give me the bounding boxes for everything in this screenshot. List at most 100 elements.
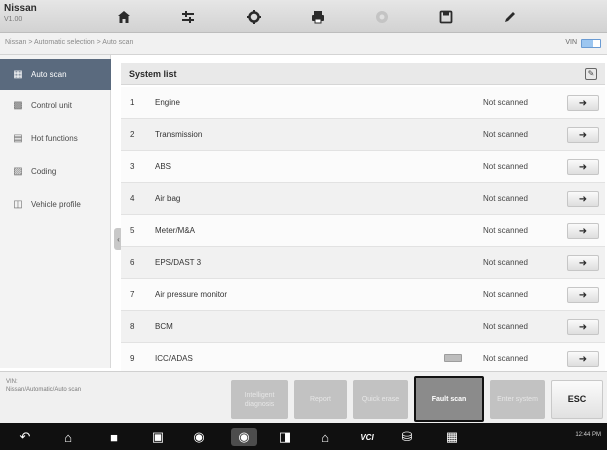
quick-erase-button[interactable]: Quick erase — [353, 380, 408, 419]
sidebar-item-control-unit[interactable]: ▩ Control unit — [0, 90, 111, 121]
row-number: 4 — [130, 194, 135, 203]
system-list-header: System list ✎ — [121, 63, 605, 85]
code-icon: ▨ — [13, 166, 23, 177]
enter-system-button[interactable]: Enter system — [490, 380, 545, 419]
sidebar-item-label: Hot functions — [31, 134, 78, 143]
vehicle-info-vin: VIN: — [6, 379, 18, 385]
system-name: ICC/ADAS — [155, 354, 193, 363]
breadcrumb-bar: Nissan > Automatic selection > Auto scan… — [0, 33, 607, 55]
car-icon[interactable]: ⛁ — [396, 428, 418, 446]
system-name: Air pressure monitor — [155, 290, 228, 299]
system-name: EPS/DAST 3 — [155, 258, 202, 267]
camera-icon[interactable]: ◉ — [231, 428, 257, 446]
system-row[interactable]: 2 Transmission Not scanned ➜ — [121, 119, 605, 151]
wrench-icon: ▤ — [13, 133, 23, 144]
row-number: 3 — [130, 162, 135, 171]
vehicle-info-path: Nissan/Automatic/Auto scan — [6, 387, 82, 393]
print-icon[interactable] — [305, 5, 331, 28]
intelligent-diagnosis-button[interactable]: Intelligent diagnosis — [231, 380, 288, 419]
system-row[interactable]: 1 Engine Not scanned ➜ — [121, 87, 605, 119]
vin-label: VIN — [565, 39, 577, 46]
system-name: ABS — [155, 162, 172, 171]
system-name: Engine — [155, 98, 180, 107]
row-number: 6 — [130, 258, 135, 267]
diagnostics-home-icon[interactable]: ⌂ — [314, 428, 336, 446]
sidebar: ▦ Auto scan ▩ Control unit ▤ Hot functio… — [0, 55, 111, 368]
home-icon[interactable]: ⌂ — [57, 428, 79, 446]
vehicle-swap-icon[interactable] — [175, 5, 201, 28]
pen-icon[interactable] — [497, 5, 523, 28]
gear-icon[interactable] — [241, 5, 267, 28]
scan-status: Not scanned — [483, 98, 528, 107]
sidebar-item-label: Auto scan — [31, 70, 67, 79]
system-row[interactable]: 6 EPS/DAST 3 Not scanned ➜ — [121, 247, 605, 279]
fault-scan-button[interactable]: Fault scan — [414, 376, 484, 422]
arrow-right-icon[interactable]: ➜ — [567, 287, 599, 303]
scan-status: Not scanned — [483, 354, 528, 363]
battery-icon — [581, 39, 601, 48]
function-bar: VIN: Nissan/Automatic/Auto scan Intellig… — [0, 371, 607, 423]
system-row[interactable]: 3 ABS Not scanned ➜ — [121, 151, 605, 183]
software-version: V1.00 — [4, 16, 23, 23]
scan-status: Not scanned — [483, 130, 528, 139]
sidebar-item-label: Coding — [31, 167, 57, 176]
scan-status: Not scanned — [483, 290, 528, 299]
help-icon[interactable] — [369, 5, 395, 28]
system-name: Meter/M&A — [155, 226, 196, 235]
arrow-right-icon[interactable]: ➜ — [567, 191, 599, 207]
arrow-right-icon[interactable]: ➜ — [567, 319, 599, 335]
remote-desktop-icon[interactable]: ▦ — [441, 428, 463, 446]
system-row[interactable]: 7 Air pressure monitor Not scanned ➜ — [121, 279, 605, 311]
system-row[interactable]: 8 BCM Not scanned ➜ — [121, 311, 605, 343]
breadcrumb: Nissan > Automatic selection > Auto scan — [5, 39, 134, 46]
system-tag-icon — [444, 354, 462, 362]
system-list-panel: System list ✎ 1 Engine Not scanned ➜ 2 T… — [121, 63, 605, 375]
chip-icon: ▩ — [13, 100, 23, 111]
vci-icon[interactable]: VCI — [355, 428, 379, 446]
scan-status: Not scanned — [483, 226, 528, 235]
vehicle-info: VIN: Nissan/Automatic/Auto scan — [6, 378, 81, 394]
sidebar-item-auto-scan[interactable]: ▦ Auto scan — [0, 59, 111, 90]
top-toolbar: Nissan V1.00 — [0, 0, 607, 33]
row-number: 8 — [130, 322, 135, 331]
browser-icon[interactable]: ◉ — [188, 428, 210, 446]
save-icon[interactable] — [433, 5, 459, 28]
system-name: Air bag — [155, 194, 181, 203]
row-number: 2 — [130, 130, 135, 139]
arrow-right-icon[interactable]: ➜ — [567, 351, 599, 367]
back-icon[interactable]: ↶ — [14, 428, 36, 446]
row-number: 5 — [130, 226, 135, 235]
display-icon[interactable]: ◨ — [274, 428, 296, 446]
sidebar-item-label: Control unit — [31, 101, 72, 110]
report-button[interactable]: Report — [294, 380, 347, 419]
arrow-right-icon[interactable]: ➜ — [567, 95, 599, 111]
vehicle-make: Nissan — [4, 3, 37, 14]
system-row[interactable]: 5 Meter/M&A Not scanned ➜ — [121, 215, 605, 247]
arrow-right-icon[interactable]: ➜ — [567, 223, 599, 239]
system-list: 1 Engine Not scanned ➜ 2 Transmission No… — [121, 87, 605, 375]
arrow-right-icon[interactable]: ➜ — [567, 159, 599, 175]
sidebar-item-coding[interactable]: ▨ Coding — [0, 156, 111, 187]
edit-icon[interactable]: ✎ — [585, 68, 597, 80]
scan-status: Not scanned — [483, 194, 528, 203]
sidebar-item-vehicle-profile[interactable]: ◫ Vehicle profile — [0, 189, 111, 220]
sidebar-item-hot-functions[interactable]: ▤ Hot functions — [0, 123, 111, 154]
system-row[interactable]: 4 Air bag Not scanned ➜ — [121, 183, 605, 215]
maxifix-icon[interactable]: ▣ — [147, 428, 169, 446]
arrow-right-icon[interactable]: ➜ — [567, 255, 599, 271]
row-number: 9 — [130, 354, 135, 363]
sidebar-item-label: Vehicle profile — [31, 200, 81, 209]
arrow-right-icon[interactable]: ➜ — [567, 127, 599, 143]
recent-apps-icon[interactable]: ■ — [103, 428, 125, 446]
car-profile-icon: ◫ — [13, 199, 23, 210]
system-name: BCM — [155, 322, 173, 331]
scan-status: Not scanned — [483, 162, 528, 171]
system-navigation-bar: ↶ ⌂ ■ ▣ ◉ ◉ ◨ ⌂ VCI ⛁ ▦ 12:44 PM — [0, 423, 607, 450]
home-icon[interactable] — [111, 5, 137, 28]
system-list-title: System list — [129, 69, 177, 79]
vehicle-brand: Nissan V1.00 — [4, 3, 94, 30]
esc-button[interactable]: ESC — [551, 380, 603, 419]
row-number: 7 — [130, 290, 135, 299]
scan-status: Not scanned — [483, 258, 528, 267]
scan-status: Not scanned — [483, 322, 528, 331]
